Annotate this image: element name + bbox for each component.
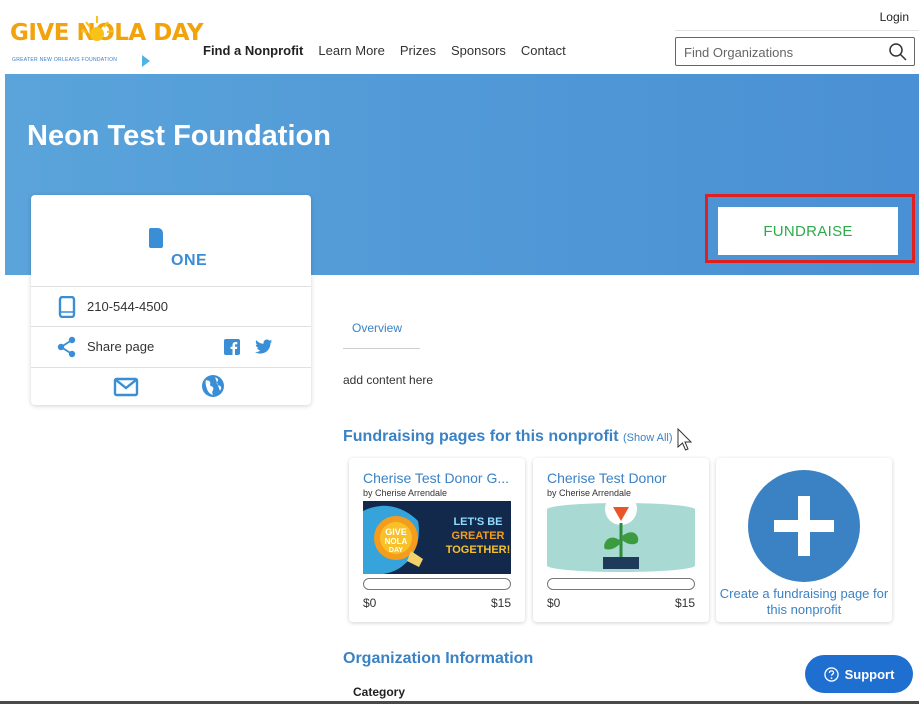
fundraising-card-image: GIVE NOLA DAY LET'S BE GREATER TOGETHER! [363,501,511,574]
fundraising-progress-bar [547,578,695,590]
share-icon [57,336,76,358]
overview-content: add content here [343,373,434,387]
category-label: Category [353,685,406,699]
org-logo: ONE [141,228,216,273]
fundraising-pages-heading: Fundraising pages for this nonprofit (Sh… [343,428,673,446]
amount-raised: $0 [363,596,377,610]
fundraise-button[interactable]: FUNDRAISE [718,207,898,255]
org-info-card: ONE 210-544-4500 Share page [31,195,311,405]
login-link[interactable]: Login [880,10,909,24]
image-slogan-line-3: TOGETHER! [446,544,511,556]
fundraising-card-author: by Cherise Arrendale [547,488,632,498]
amount-raised: $0 [547,596,561,610]
facebook-icon[interactable] [224,339,240,355]
image-slogan-line-2: GREATER [452,530,505,542]
mouse-cursor-icon [677,428,693,451]
tab-overview-label: Overview [352,321,403,335]
support-label: Support [844,666,895,682]
create-fundraising-page-link[interactable]: Create a fundraising page for this nonpr… [716,586,892,618]
search-box [675,37,915,66]
fundraising-card-title[interactable]: Cherise Test Donor [547,470,697,486]
create-fundraising-card[interactable]: Create a fundraising page for this nonpr… [716,458,892,622]
sun-icon [80,16,114,41]
twitter-icon[interactable] [255,339,273,355]
site-header: GIVE NOLA DAY GREATER NEW ORLEANS FOUNDA… [0,0,919,74]
question-icon [823,666,839,682]
contact-row [31,367,311,407]
share-page-label: Share page [87,339,155,354]
fundraising-card[interactable]: Cherise Test Donor G... by Cherise Arren… [349,458,525,622]
image-give-text: GIVE [385,527,407,537]
image-slogan-line-1: LET'S BE [453,516,502,528]
fundraising-card[interactable]: Cherise Test Donor by Cherise Arrendale … [533,458,709,622]
logo-subtitle: GREATER NEW ORLEANS FOUNDATION [12,57,118,63]
org-logo-mark [149,228,163,248]
nav-contact[interactable]: Contact [521,43,566,58]
tab-overview[interactable]: Overview [343,321,420,349]
fundraising-card-image [547,501,695,574]
image-nola-text: NOLA [385,537,408,546]
image-day-text: DAY [389,547,403,554]
fundraising-goal: $15 [490,596,511,610]
header-divider [675,30,919,31]
fundraising-card-author: by Cherise Arrendale [363,488,448,498]
show-all-link[interactable]: (Show All) [623,432,673,444]
nav-sponsors[interactable]: Sponsors [451,43,506,58]
main-nav: Find a Nonprofit Learn More Prizes Spons… [203,43,566,58]
logo-arrow-icon [142,55,150,67]
search-input[interactable] [684,43,874,61]
phone-row: 210-544-4500 [31,286,311,326]
phone-icon [58,296,76,318]
fundraising-progress-bar [363,578,511,590]
share-row: Share page [31,326,311,366]
email-icon[interactable] [113,376,139,398]
nav-find-a-nonprofit[interactable]: Find a Nonprofit [203,43,303,58]
nav-prizes[interactable]: Prizes [400,43,436,58]
nav-learn-more[interactable]: Learn More [318,43,384,58]
fundraising-card-title[interactable]: Cherise Test Donor G... [363,470,513,486]
fundraising-goal: $15 [674,596,695,610]
give-nola-day-logo[interactable]: GIVE NOLA DAY GREATER NEW ORLEANS FOUNDA… [10,14,204,70]
globe-icon[interactable] [201,374,225,398]
support-button[interactable]: Support [805,655,913,693]
organization-information-heading: Organization Information [343,650,534,667]
phone-number[interactable]: 210-544-4500 [87,299,168,314]
page-title: Neon Test Foundation [27,120,331,152]
fundraising-pages-title: Fundraising pages for this nonprofit [343,428,619,445]
search-icon[interactable] [888,42,908,62]
org-logo-text: ONE [171,252,208,269]
plus-icon[interactable] [748,470,860,582]
